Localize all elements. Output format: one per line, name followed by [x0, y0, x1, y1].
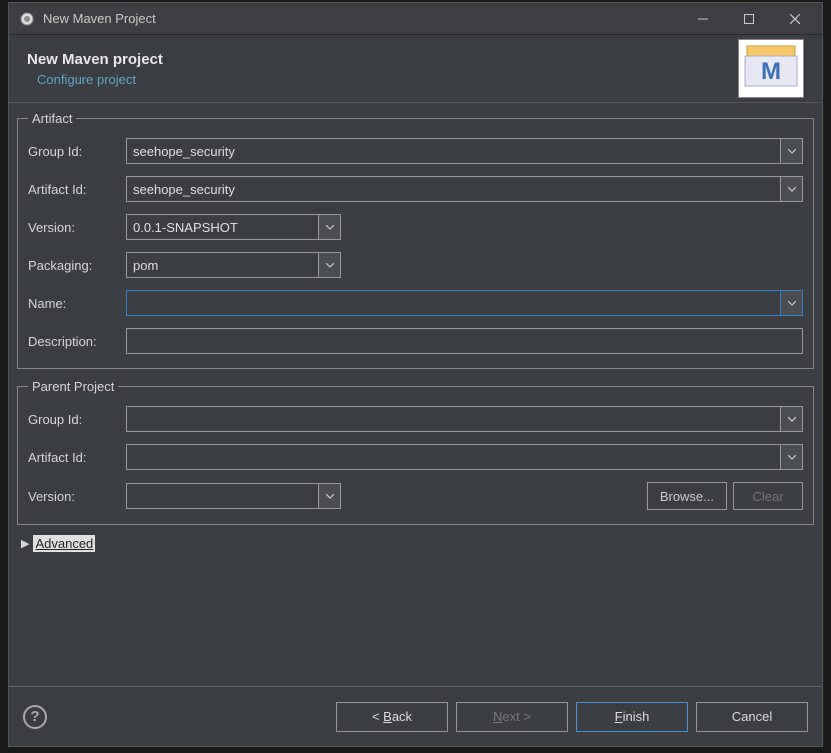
- clear-button[interactable]: Clear: [733, 482, 803, 510]
- chevron-down-icon: [326, 225, 334, 230]
- artifact-id-input[interactable]: [126, 176, 781, 202]
- packaging-dropdown-button[interactable]: [319, 252, 341, 278]
- parent-group-id-row: Group Id:: [28, 406, 803, 432]
- help-icon[interactable]: ?: [23, 705, 47, 729]
- version-combo: [126, 214, 341, 240]
- chevron-down-icon: [788, 187, 796, 192]
- packaging-combo: [126, 252, 341, 278]
- version-row: Version:: [28, 214, 803, 240]
- parent-version-input[interactable]: [126, 483, 319, 509]
- expand-arrow-icon: ▶: [21, 537, 29, 550]
- wizard-banner: New Maven project Configure project M: [9, 35, 822, 103]
- group-id-row: Group Id:: [28, 138, 803, 164]
- advanced-expander[interactable]: ▶ Advanced: [21, 535, 814, 552]
- name-combo: [126, 290, 803, 316]
- back-button[interactable]: < Back: [336, 702, 448, 732]
- packaging-row: Packaging:: [28, 252, 803, 278]
- chevron-down-icon: [788, 455, 796, 460]
- name-dropdown-button[interactable]: [781, 290, 803, 316]
- minimize-button[interactable]: [680, 4, 726, 34]
- app-icon: [19, 11, 35, 27]
- footer-buttons: < Back Next > Finish Cancel: [336, 702, 808, 732]
- artifact-id-combo: [126, 176, 803, 202]
- parent-version-row: Version: Browse... Clear: [28, 482, 803, 510]
- parent-artifact-id-row: Artifact Id:: [28, 444, 803, 470]
- artifact-id-dropdown-button[interactable]: [781, 176, 803, 202]
- wizard-footer: ? < Back Next > Finish Cancel: [9, 686, 822, 746]
- group-id-input[interactable]: [126, 138, 781, 164]
- description-input[interactable]: [126, 328, 803, 354]
- parent-group-id-label: Group Id:: [28, 412, 126, 427]
- group-id-dropdown-button[interactable]: [781, 138, 803, 164]
- chevron-down-icon: [788, 417, 796, 422]
- banner-subtitle: Configure project: [37, 72, 738, 87]
- packaging-input[interactable]: [126, 252, 319, 278]
- parent-artifact-id-label: Artifact Id:: [28, 450, 126, 465]
- advanced-label: Advanced: [33, 535, 95, 552]
- window-controls: [680, 4, 818, 34]
- browse-button[interactable]: Browse...: [647, 482, 727, 510]
- name-row: Name:: [28, 290, 803, 316]
- svg-text:M: M: [761, 58, 781, 85]
- finish-button[interactable]: Finish: [576, 702, 688, 732]
- parent-artifact-id-combo: [126, 444, 803, 470]
- parent-project-group: Parent Project Group Id: Artifact Id:: [17, 379, 814, 525]
- parent-group-id-combo: [126, 406, 803, 432]
- description-label: Description:: [28, 334, 126, 349]
- titlebar: New Maven Project: [9, 3, 822, 35]
- next-button[interactable]: Next >: [456, 702, 568, 732]
- parent-group-id-input[interactable]: [126, 406, 781, 432]
- maven-icon: M: [738, 39, 804, 98]
- dialog-window: New Maven Project New Maven project Conf…: [8, 2, 823, 747]
- name-label: Name:: [28, 296, 126, 311]
- parent-version-combo: [126, 483, 341, 509]
- banner-text: New Maven project Configure project: [27, 51, 738, 87]
- parent-artifact-id-dropdown-button[interactable]: [781, 444, 803, 470]
- artifact-id-label: Artifact Id:: [28, 182, 126, 197]
- artifact-id-row: Artifact Id:: [28, 176, 803, 202]
- cancel-button[interactable]: Cancel: [696, 702, 808, 732]
- artifact-group: Artifact Group Id: Artifact Id:: [17, 111, 814, 369]
- version-label: Version:: [28, 220, 126, 235]
- chevron-down-icon: [326, 263, 334, 268]
- close-button[interactable]: [772, 4, 818, 34]
- parent-version-dropdown-button[interactable]: [319, 483, 341, 509]
- name-input[interactable]: [126, 290, 781, 316]
- parent-artifact-id-input[interactable]: [126, 444, 781, 470]
- group-id-combo: [126, 138, 803, 164]
- wizard-content: Artifact Group Id: Artifact Id:: [9, 103, 822, 686]
- chevron-down-icon: [788, 149, 796, 154]
- banner-title: New Maven project: [27, 51, 738, 68]
- maximize-button[interactable]: [726, 4, 772, 34]
- parent-buttons: Browse... Clear: [647, 482, 803, 510]
- packaging-label: Packaging:: [28, 258, 126, 273]
- chevron-down-icon: [326, 494, 334, 499]
- version-dropdown-button[interactable]: [319, 214, 341, 240]
- chevron-down-icon: [788, 301, 796, 306]
- description-row: Description:: [28, 328, 803, 354]
- artifact-legend: Artifact: [28, 111, 76, 126]
- parent-version-label: Version:: [28, 489, 126, 504]
- window-title: New Maven Project: [43, 11, 680, 26]
- parent-group-id-dropdown-button[interactable]: [781, 406, 803, 432]
- group-id-label: Group Id:: [28, 144, 126, 159]
- parent-legend: Parent Project: [28, 379, 118, 394]
- version-input[interactable]: [126, 214, 319, 240]
